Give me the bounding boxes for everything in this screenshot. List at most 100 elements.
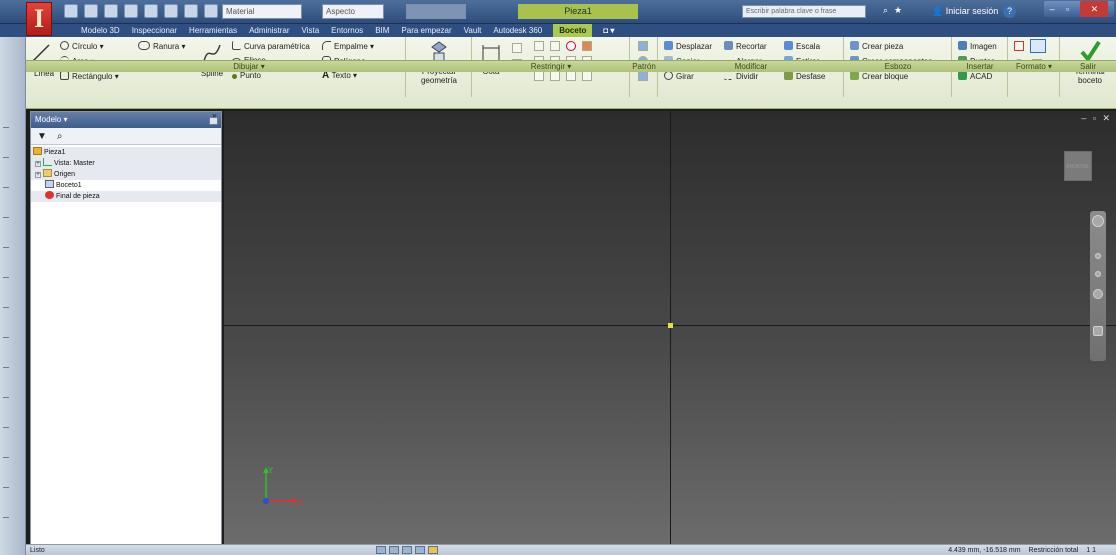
- tiling-icon[interactable]: [376, 546, 386, 554]
- viewcube[interactable]: FRONTAL: [1064, 151, 1092, 181]
- home-view-icon[interactable]: [415, 546, 425, 554]
- scale-button[interactable]: Escala: [784, 41, 820, 52]
- tree-item-end-of-part[interactable]: Final de pieza: [31, 191, 221, 202]
- settings-icon[interactable]: [428, 546, 438, 554]
- zoom-icon[interactable]: [1095, 271, 1101, 277]
- panel-title-constrain[interactable]: Restringir ▾: [472, 61, 630, 72]
- material-dropdown[interactable]: Material: [222, 4, 302, 19]
- binoculars-icon[interactable]: ⌕: [883, 5, 888, 16]
- return-icon[interactable]: [184, 4, 198, 18]
- expand-toggle[interactable]: +: [35, 172, 41, 178]
- signin-button[interactable]: 👤 Iniciar sesión: [932, 4, 998, 19]
- select-icon[interactable]: [204, 4, 218, 18]
- tree-item-sketch[interactable]: Boceto1: [31, 180, 221, 191]
- binoculars-icon[interactable]: ⌕: [57, 131, 63, 142]
- document-window-controls[interactable]: – ▫ ✕: [1081, 113, 1112, 124]
- folder-icon: [43, 169, 52, 177]
- tree-item-origin[interactable]: + Origen: [31, 169, 221, 180]
- browser-pin-icon[interactable]: [209, 117, 218, 125]
- slot-icon: [138, 41, 150, 50]
- tab-boceto[interactable]: Boceto: [553, 24, 593, 37]
- rectangle-button[interactable]: Rectángulo ▾: [60, 71, 119, 82]
- maximize-button[interactable]: ▫: [1066, 1, 1069, 17]
- tab-bim[interactable]: BIM: [374, 24, 390, 37]
- equal-icon[interactable]: [582, 71, 592, 81]
- mirror-icon[interactable]: [638, 71, 648, 81]
- image-button[interactable]: Imagen: [958, 41, 997, 52]
- make-part-button[interactable]: Crear pieza: [850, 41, 903, 52]
- document-title: Pieza1: [518, 4, 638, 19]
- sketch-origin-point[interactable]: [668, 323, 673, 328]
- window-controls: – ▫ ✕: [1044, 1, 1114, 17]
- tab-vista[interactable]: Vista: [301, 24, 321, 37]
- auto-dimension-icon[interactable]: [512, 43, 522, 53]
- split-button[interactable]: Dividir: [724, 71, 758, 82]
- coincident-icon[interactable]: [534, 41, 544, 51]
- coordinate-triad-icon: Y X: [263, 466, 304, 507]
- offset-button[interactable]: Desfase: [784, 71, 825, 82]
- concentric-icon[interactable]: [566, 41, 576, 51]
- tab-para-empezar[interactable]: Para empezar: [400, 24, 452, 37]
- tangent-icon[interactable]: [534, 71, 544, 81]
- open-icon[interactable]: [84, 4, 98, 18]
- collinear-icon[interactable]: [550, 41, 560, 51]
- pan-icon[interactable]: [1095, 253, 1101, 259]
- tab-administrar[interactable]: Administrar: [248, 24, 290, 37]
- arrange-icon[interactable]: [389, 546, 399, 554]
- expand-toggle[interactable]: +: [35, 161, 41, 167]
- app-logo[interactable]: I: [26, 2, 52, 36]
- point-button[interactable]: Punto: [232, 71, 261, 81]
- filter-icon[interactable]: ▼: [37, 131, 47, 142]
- new-icon[interactable]: [64, 4, 78, 18]
- tab-modelo-3d[interactable]: Modelo 3D: [80, 24, 121, 37]
- trim-button[interactable]: Recortar: [724, 41, 767, 52]
- tab-inspeccionar[interactable]: Inspeccionar: [131, 24, 178, 37]
- move-button[interactable]: Desplazar: [664, 41, 712, 52]
- orbit-icon[interactable]: [1093, 289, 1103, 299]
- fillet-icon: [322, 41, 331, 50]
- panel-title-format[interactable]: Formato ▾: [1008, 61, 1060, 72]
- look-at-icon[interactable]: [1093, 326, 1103, 336]
- document-tab-icon[interactable]: [402, 546, 412, 554]
- appearance-dropdown[interactable]: Aspecto: [322, 4, 384, 19]
- tree-item-view[interactable]: + Vista: Master: [31, 158, 221, 169]
- param-curve-button[interactable]: Curva paramétrica: [232, 41, 310, 52]
- text-button[interactable]: A Texto ▾: [322, 71, 357, 81]
- construction-icon[interactable]: [1014, 41, 1024, 51]
- fix-icon[interactable]: [582, 41, 592, 51]
- slot-button[interactable]: Ranura ▾: [138, 41, 185, 52]
- color-swatch[interactable]: [406, 4, 466, 19]
- acad-button[interactable]: ACAD: [958, 71, 992, 82]
- tree-item-part[interactable]: Pieza1: [31, 147, 221, 158]
- tab-overflow[interactable]: ◘ ▾: [602, 24, 615, 37]
- close-button[interactable]: ✕: [1080, 1, 1109, 17]
- star-icon[interactable]: ★: [894, 5, 902, 16]
- left-edge-strip: [0, 37, 26, 555]
- home-icon[interactable]: [164, 4, 178, 18]
- create-block-button[interactable]: Crear bloque: [850, 71, 908, 82]
- search-input[interactable]: Escribir palabra clave o frase: [742, 5, 866, 18]
- rectangular-pattern-icon[interactable]: [638, 41, 648, 51]
- undo-icon[interactable]: [124, 4, 138, 18]
- minimize-button[interactable]: –: [1050, 1, 1055, 17]
- help-icon[interactable]: ?: [1003, 5, 1016, 18]
- redo-icon[interactable]: [144, 4, 158, 18]
- panel-title-draw[interactable]: Dibujar ▾: [26, 61, 472, 72]
- centerline-icon[interactable]: [1030, 39, 1046, 53]
- graphics-viewport[interactable]: – ▫ ✕ FRONTAL Y X: [224, 111, 1116, 544]
- symmetric-icon[interactable]: [566, 71, 576, 81]
- make-part-icon: [850, 41, 859, 50]
- tab-entornos[interactable]: Entornos: [330, 24, 364, 37]
- tab-autodesk-360[interactable]: Autodesk 360: [492, 24, 543, 37]
- steering-wheel-icon[interactable]: [1092, 215, 1104, 227]
- browser-dropdown[interactable]: Modelo ▾: [35, 115, 67, 124]
- circle-button[interactable]: Círculo ▾: [60, 41, 104, 52]
- part-icon: [33, 147, 42, 155]
- tab-herramientas[interactable]: Herramientas: [188, 24, 238, 37]
- tab-vault[interactable]: Vault: [463, 24, 483, 37]
- rotate-button[interactable]: Girar: [664, 71, 694, 82]
- save-icon[interactable]: [104, 4, 118, 18]
- status-counts: 1 1: [1086, 547, 1096, 554]
- fillet-button[interactable]: Empalme ▾: [322, 41, 374, 52]
- smooth-icon[interactable]: [550, 71, 560, 81]
